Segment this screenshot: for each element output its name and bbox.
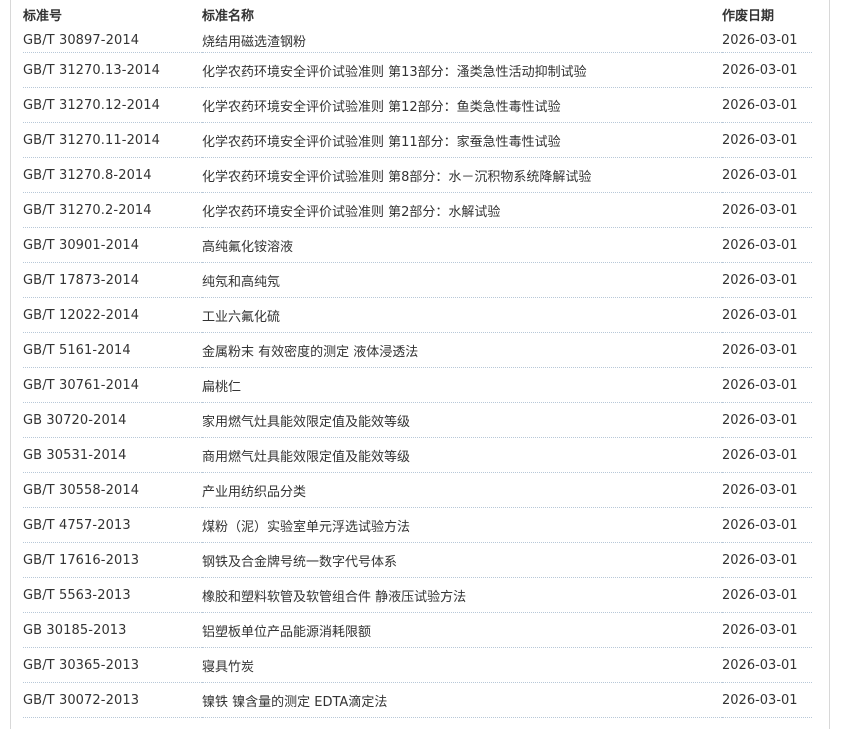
abolish-date-cell: 2026-03-01 <box>722 157 812 193</box>
standard-name-link[interactable]: 扁桃仁 <box>202 367 722 403</box>
table-row[interactable]: GB/T 31270.8-2014 化学农药环境安全评价试验准则 第8部分：水－沉… <box>23 157 812 193</box>
abolish-date-cell: 2026-03-01 <box>722 262 812 298</box>
table-row[interactable]: GB 30531-2014 商用燃气灶具能效限定值及能效等级 2026-03-01 <box>23 437 812 473</box>
abolish-date-cell: 2026-03-01 <box>722 52 812 88</box>
standard-code-cell: GB/T 30901-2014 <box>23 227 202 263</box>
standard-code-cell: GB/T 5563-2013 <box>23 577 202 613</box>
table-row[interactable]: GB/T 4757-2013 煤粉（泥）实验室单元浮选试验方法 2026-03-01 <box>23 507 812 543</box>
standard-code-cell: GB/T 31270.2-2014 <box>23 192 202 228</box>
abolish-date-cell: 2026-03-01 <box>722 612 812 648</box>
abolish-date-cell: 2026-03-01 <box>722 297 812 333</box>
table-row[interactable]: GB/T 17873-2014 纯氖和高纯氖 2026-03-01 <box>23 262 812 298</box>
standard-name-link[interactable]: 产业用纺织品分类 <box>202 472 722 508</box>
standard-code-cell: GB 30720-2014 <box>23 402 202 438</box>
standard-code-cell: GB/T 5161-2014 <box>23 332 202 368</box>
standard-name-link[interactable]: 镍铁 镍含量的测定 EDTA滴定法 <box>202 682 722 718</box>
standard-name-link[interactable]: 金属粉末 有效密度的测定 液体浸透法 <box>202 332 722 368</box>
standard-name-link[interactable]: 工业六氟化硫 <box>202 297 722 333</box>
standard-name-link[interactable]: 化学农药环境安全评价试验准则 第8部分：水－沉积物系统降解试验 <box>202 157 722 193</box>
standard-name-link[interactable]: 化学农药环境安全评价试验准则 第11部分：家蚕急性毒性试验 <box>202 122 722 158</box>
standard-name-link[interactable]: 高纯氟化铵溶液 <box>202 227 722 263</box>
abolish-date-cell: 2026-03-01 <box>722 507 812 543</box>
standard-name-link[interactable]: 家用燃气灶具能效限定值及能效等级 <box>202 402 722 438</box>
standard-code-cell: GB/T 31270.12-2014 <box>23 87 202 123</box>
table-row[interactable]: GB/T 30761-2014 扁桃仁 2026-03-01 <box>23 367 812 403</box>
table-row[interactable]: GB/T 30558-2014 产业用纺织品分类 2026-03-01 <box>23 472 812 508</box>
table-row[interactable]: GB/T 31270.2-2014 化学农药环境安全评价试验准则 第2部分：水解试… <box>23 192 812 228</box>
abolish-date-cell: 2026-03-01 <box>722 122 812 158</box>
table-row[interactable]: GB/T 30901-2014 高纯氟化铵溶液 2026-03-01 <box>23 227 812 263</box>
standard-name-link[interactable]: 橡胶和塑料软管及软管组合件 静液压试验方法 <box>202 577 722 613</box>
header-standard-name: 标准名称 <box>202 8 255 24</box>
abolish-date-cell: 2026-03-01 <box>722 542 812 578</box>
table-header-row: 标准号 标准名称 作废日期 <box>23 0 812 28</box>
table-row[interactable]: GB/T 5563-2013 橡胶和塑料软管及软管组合件 静液压试验方法 2026-… <box>23 577 812 613</box>
table-row[interactable]: GB/T 31270.11-2014 化学农药环境安全评价试验准则 第11部分：家… <box>23 122 812 158</box>
abolish-date-cell: 2026-03-01 <box>722 647 812 683</box>
header-abolish-date: 作废日期 <box>722 8 775 24</box>
standard-name-link[interactable]: 钢铁及合金牌号统一数字代号体系 <box>202 542 722 578</box>
table-row[interactable]: GB/T 12022-2014 工业六氟化硫 2026-03-01 <box>23 297 812 333</box>
abolish-date-cell: 2026-03-01 <box>722 87 812 123</box>
standard-code-cell: GB 30185-2013 <box>23 612 202 648</box>
abolish-date-cell: 2026-03-01 <box>722 577 812 613</box>
standard-name-link[interactable]: 化学农药环境安全评价试验准则 第13部分：溞类急性活动抑制试验 <box>202 52 722 88</box>
standard-code-cell: GB/T 12022-2014 <box>23 297 202 333</box>
standard-name-link[interactable]: 纯氖和高纯氖 <box>202 262 722 298</box>
standard-name-link[interactable]: 煤粉（泥）实验室单元浮选试验方法 <box>202 507 722 543</box>
abolish-date-cell: 2026-03-01 <box>722 682 812 718</box>
standard-code-cell: GB/T 30072-2013 <box>23 682 202 718</box>
table-row[interactable]: GB 30720-2014 家用燃气灶具能效限定值及能效等级 2026-03-01 <box>23 402 812 438</box>
abolish-date-cell: 2026-03-01 <box>722 367 812 403</box>
standard-code-cell: GB/T 30365-2013 <box>23 647 202 683</box>
abolish-date-cell: 2026-03-01 <box>722 192 812 228</box>
table-row[interactable]: GB/T 31270.12-2014 化学农药环境安全评价试验准则 第12部分：鱼… <box>23 87 812 123</box>
standard-code-cell: GB/T 31270.11-2014 <box>23 122 202 158</box>
standard-name-link[interactable]: 寝具竹炭 <box>202 647 722 683</box>
standards-panel: 标准号 标准名称 作废日期 GB/T 30897-2014 烧结用磁选渣钢粉 202… <box>10 0 830 729</box>
abolish-date-cell: 2026-03-01 <box>722 437 812 473</box>
standard-code-cell: GB/T 30761-2014 <box>23 367 202 403</box>
standard-name-link[interactable]: 铝塑板单位产品能源消耗限额 <box>202 612 722 648</box>
abolish-date-cell: 2026-03-01 <box>722 332 812 368</box>
abolish-date-cell: 2026-03-01 <box>722 472 812 508</box>
standard-code-cell: GB/T 17873-2014 <box>23 262 202 298</box>
header-standard-code: 标准号 <box>23 8 63 24</box>
standard-code-cell: GB/T 4757-2013 <box>23 507 202 543</box>
table-row[interactable]: GB/T 17616-2013 钢铁及合金牌号统一数字代号体系 2026-03-01 <box>23 542 812 578</box>
standard-code-cell: GB/T 30558-2014 <box>23 472 202 508</box>
table-row[interactable]: GB/T 30365-2013 寝具竹炭 2026-03-01 <box>23 647 812 683</box>
standard-name-link[interactable]: 烧结用磁选渣钢粉 <box>202 28 722 53</box>
table-row[interactable]: GB 30185-2013 铝塑板单位产品能源消耗限额 2026-03-01 <box>23 612 812 648</box>
table-body: GB/T 30897-2014 烧结用磁选渣钢粉 2026-03-01 GB/T 31… <box>23 28 812 718</box>
standard-code-cell: GB/T 31270.13-2014 <box>23 52 202 88</box>
standard-name-link[interactable]: 商用燃气灶具能效限定值及能效等级 <box>202 437 722 473</box>
table-row[interactable]: GB/T 30897-2014 烧结用磁选渣钢粉 2026-03-01 <box>23 28 812 53</box>
standard-name-link[interactable]: 化学农药环境安全评价试验准则 第2部分：水解试验 <box>202 192 722 228</box>
standard-code-cell: GB/T 31270.8-2014 <box>23 157 202 193</box>
standard-code-cell: GB/T 17616-2013 <box>23 542 202 578</box>
standard-name-link[interactable]: 化学农药环境安全评价试验准则 第12部分：鱼类急性毒性试验 <box>202 87 722 123</box>
standard-code-cell: GB 30531-2014 <box>23 437 202 473</box>
table-row[interactable]: GB/T 30072-2013 镍铁 镍含量的测定 EDTA滴定法 2026-03-… <box>23 682 812 718</box>
abolish-date-cell: 2026-03-01 <box>722 227 812 263</box>
table-row[interactable]: GB/T 31270.13-2014 化学农药环境安全评价试验准则 第13部分：溞… <box>23 52 812 88</box>
abolish-date-cell: 2026-03-01 <box>722 28 812 53</box>
standards-table: 标准号 标准名称 作废日期 GB/T 30897-2014 烧结用磁选渣钢粉 202… <box>23 0 812 718</box>
standard-code-cell: GB/T 30897-2014 <box>23 28 202 53</box>
abolish-date-cell: 2026-03-01 <box>722 402 812 438</box>
table-row[interactable]: GB/T 5161-2014 金属粉末 有效密度的测定 液体浸透法 2026-03-… <box>23 332 812 368</box>
